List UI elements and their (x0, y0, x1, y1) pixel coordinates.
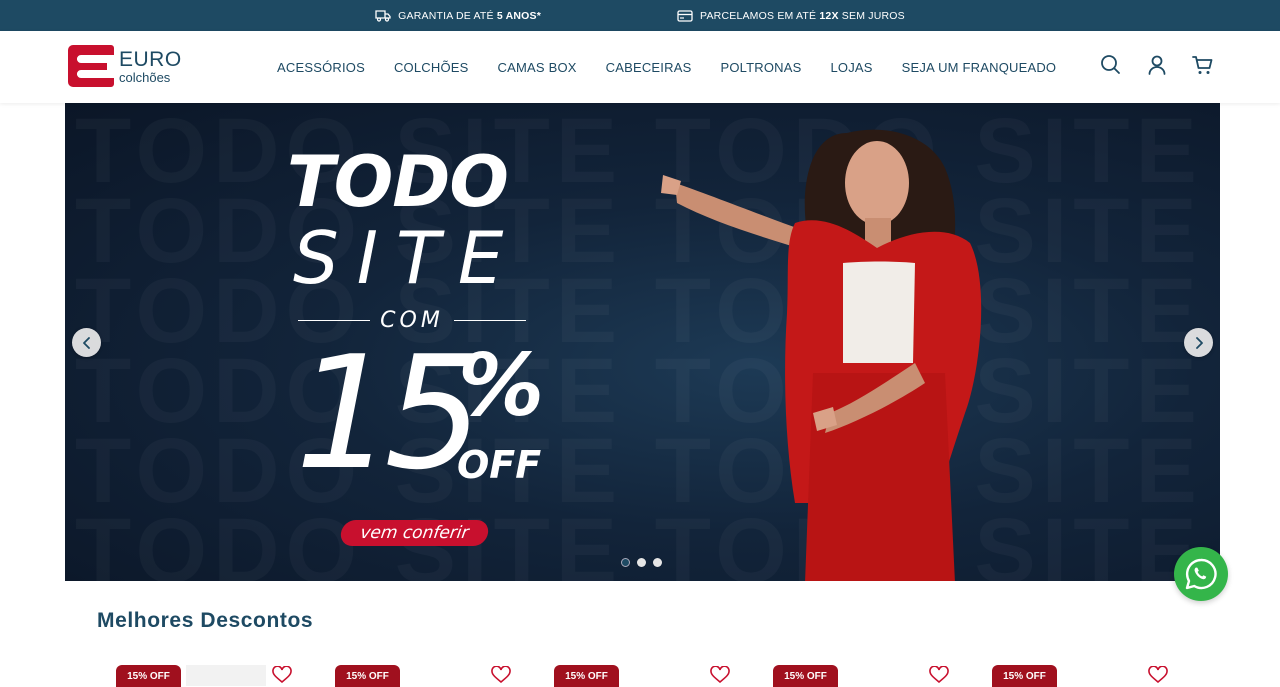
nav-camas-box[interactable]: CAMAS BOX (498, 60, 577, 75)
hero-banner[interactable]: TODO SITE TODO SITETODO SITE TODO SITETO… (65, 103, 1220, 581)
installments-text: PARCELAMOS EM ATÉ (700, 9, 820, 22)
divider-right (453, 320, 527, 321)
heart-icon[interactable] (1148, 666, 1168, 684)
discount-badge: 15% OFF (773, 665, 838, 687)
warranty-message: GARANTIA DE ATÉ 5 ANOS* (375, 10, 541, 22)
main-navigation: ACESSÓRIOS COLCHÕES CAMAS BOX CABECEIRAS… (277, 31, 1056, 103)
heart-icon[interactable] (491, 666, 511, 684)
top-announcement-bar: GARANTIA DE ATÉ 5 ANOS* PARCELAMOS EM AT… (0, 0, 1280, 31)
product-card[interactable]: 15% OFF (773, 663, 953, 687)
whatsapp-icon (1185, 558, 1217, 590)
search-icon[interactable] (1100, 53, 1122, 77)
discount-badge: 15% OFF (335, 665, 400, 687)
warranty-years: 5 ANOS* (496, 9, 542, 22)
carousel-next-button[interactable] (1184, 328, 1213, 357)
hero-off-label: OFF (457, 443, 542, 487)
nav-poltronas[interactable]: POLTRONAS (720, 60, 801, 75)
product-card[interactable]: 15% OFF (116, 663, 296, 687)
site-header: EURO colchões ACESSÓRIOS COLCHÕES CAMAS … (0, 31, 1280, 103)
hero-percent-sign: % (458, 336, 545, 436)
chevron-left-icon (82, 336, 90, 349)
divider-left (298, 320, 371, 321)
carousel-dot-1[interactable] (621, 558, 630, 567)
cart-icon[interactable] (1192, 53, 1214, 77)
carousel-dot-2[interactable] (637, 558, 646, 567)
heart-icon[interactable] (272, 666, 292, 684)
credit-card-icon (677, 9, 693, 22)
nav-seja-um-franqueado[interactable]: SEJA UM FRANQUEADO (902, 60, 1057, 75)
product-card[interactable]: 15% OFF (335, 663, 515, 687)
product-card[interactable]: 15% OFF (992, 663, 1172, 687)
vem-conferir-button[interactable]: vem conferir (339, 520, 490, 546)
discount-badge: 15% OFF (116, 665, 181, 687)
installments-message: PARCELAMOS EM ATÉ 12X SEM JUROS (677, 10, 905, 22)
nav-acessorios[interactable]: ACESSÓRIOS (277, 60, 365, 75)
discount-badge: 15% OFF (554, 665, 619, 687)
chevron-right-icon (1195, 336, 1203, 349)
hero-model-image (661, 129, 982, 581)
nav-lojas[interactable]: LOJAS (830, 60, 872, 75)
user-icon[interactable] (1146, 53, 1168, 77)
section-title: Melhores Descontos (97, 609, 314, 632)
header-actions (1100, 53, 1214, 77)
heart-icon[interactable] (710, 666, 730, 684)
warranty-text: GARANTIA DE ATÉ (398, 9, 497, 22)
hero-discount-number: 15 (295, 322, 483, 504)
product-image (186, 665, 266, 686)
installments-count: 12X (819, 9, 839, 22)
installments-suffix: SEM JUROS (838, 9, 905, 22)
nav-cabeceiras[interactable]: CABECEIRAS (606, 60, 692, 75)
carousel-indicators (621, 558, 662, 567)
heart-icon[interactable] (929, 666, 949, 684)
logo-subtitle: colchões (119, 69, 171, 85)
carousel-prev-button[interactable] (72, 328, 101, 357)
whatsapp-button[interactable] (1174, 547, 1228, 601)
hero-headline-todo: TODO (287, 141, 509, 223)
hero-headline-site: SITE (293, 216, 522, 300)
logo-name: EURO (119, 47, 182, 71)
discount-badge: 15% OFF (992, 665, 1057, 687)
carousel-dot-3[interactable] (653, 558, 662, 567)
truck-icon (375, 9, 391, 22)
product-carousel: 15% OFF 15% OFF 15% OFF 15% OFF 15% OFF (116, 663, 1196, 687)
nav-colchoes[interactable]: COLCHÕES (394, 60, 469, 75)
logo-mark (68, 45, 114, 87)
euro-colchoes-logo[interactable]: EURO colchões (67, 42, 187, 90)
product-card[interactable]: 15% OFF (554, 663, 734, 687)
